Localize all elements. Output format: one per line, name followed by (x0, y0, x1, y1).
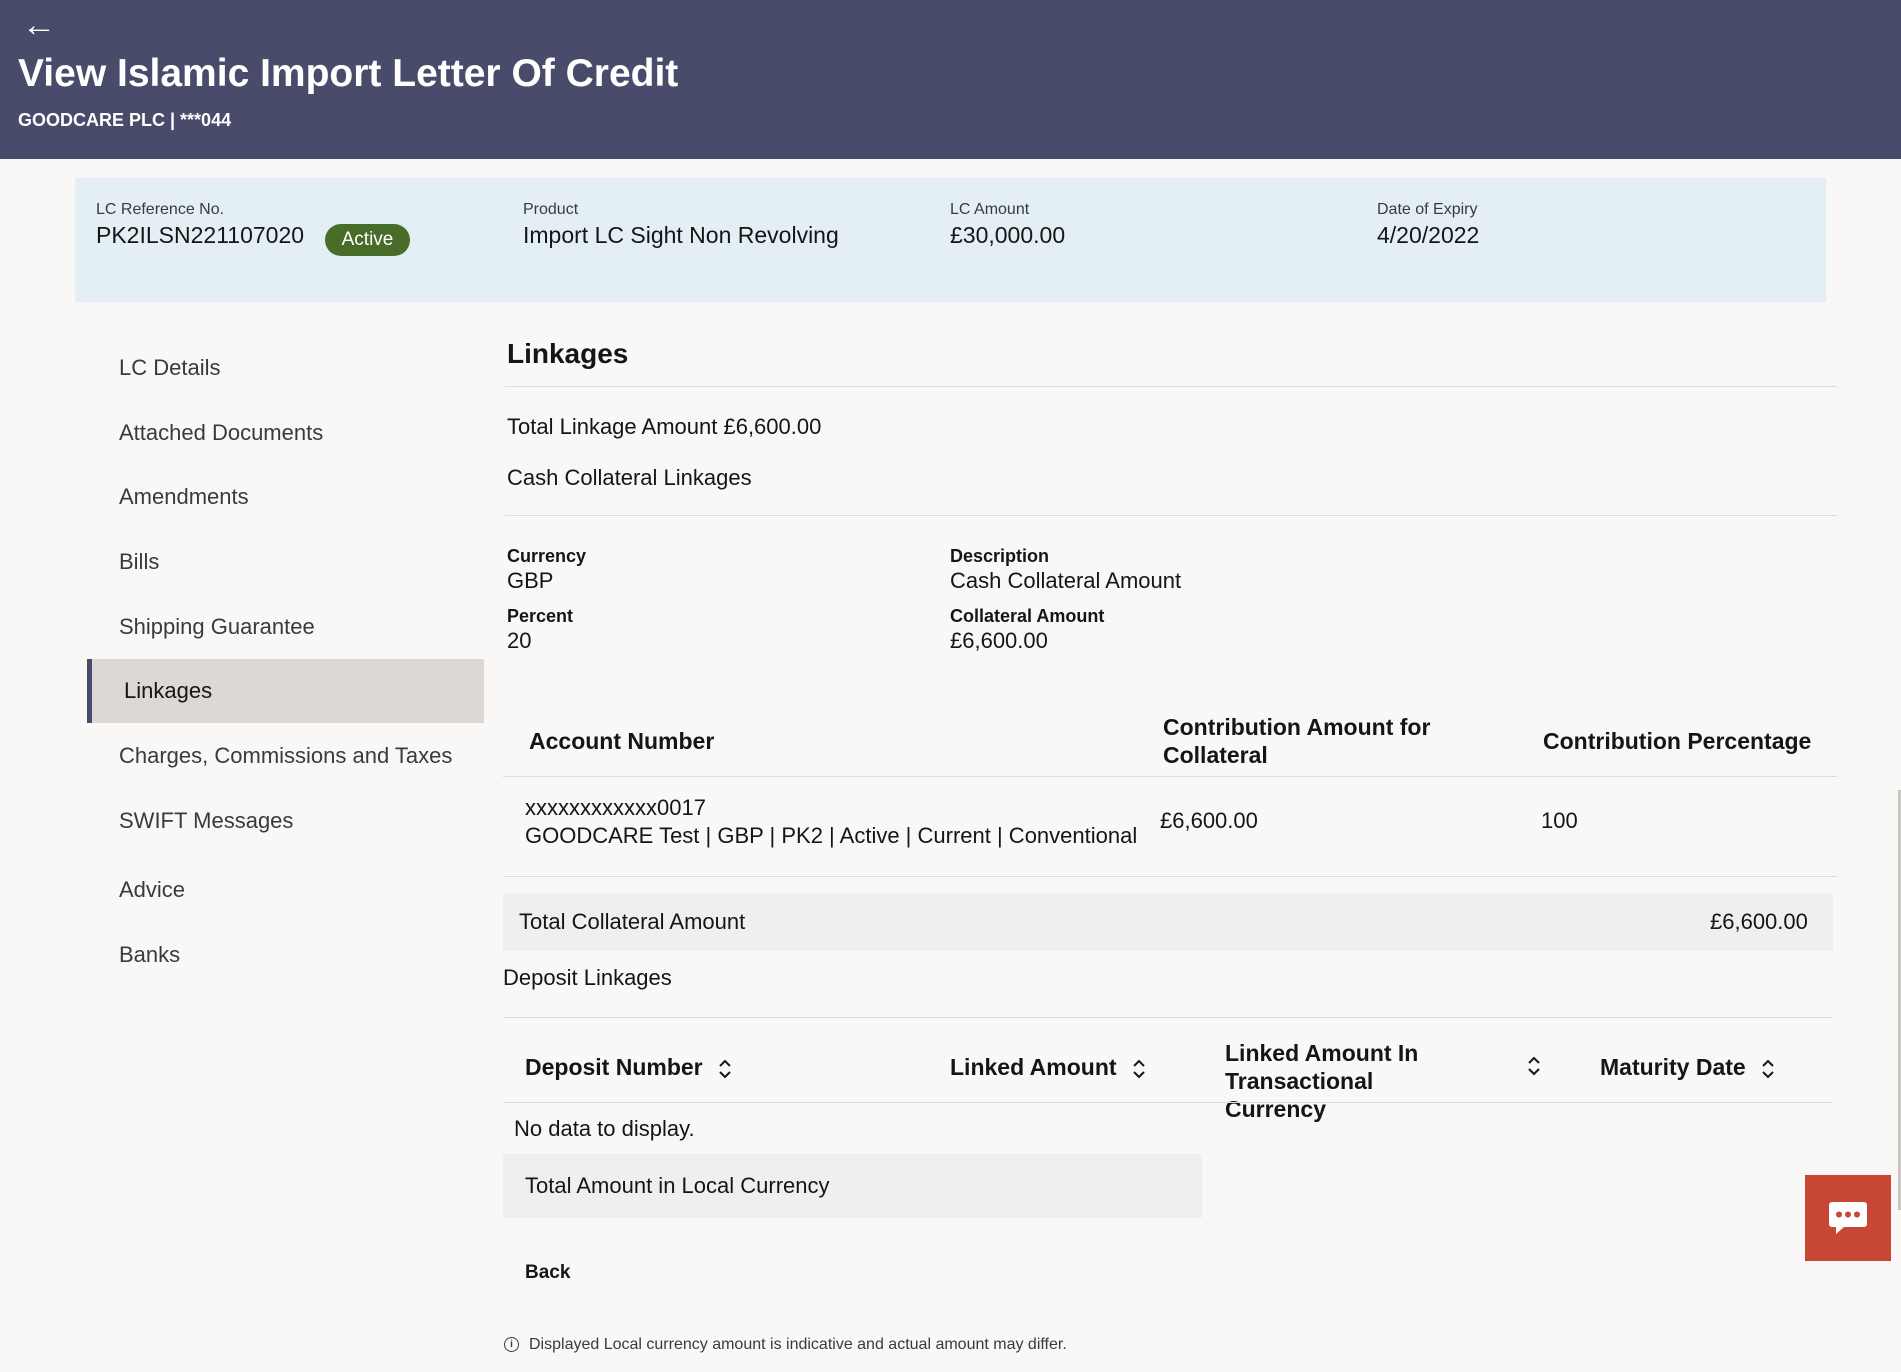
column-header-account-number: Account Number (529, 728, 715, 754)
column-header-deposit-number[interactable]: Deposit Number (525, 1053, 733, 1081)
sidebar-item-amendments[interactable]: Amendments (87, 465, 484, 529)
party-info: GOODCARE PLC | ***044 (18, 110, 232, 130)
description-value: Cash Collateral Amount (950, 568, 1182, 593)
collateral-amount-label: Collateral Amount (950, 606, 1105, 626)
sidebar-item-shipping-guarantee[interactable]: Shipping Guarantee (87, 595, 484, 659)
lc-amount-value: £30,000.00 (950, 222, 1066, 248)
chat-button[interactable] (1805, 1175, 1891, 1261)
total-local-currency-label: Total Amount in Local Currency (525, 1173, 830, 1198)
account-number-cell: xxxxxxxxxxxx0017 (525, 795, 706, 820)
cash-collateral-title: Cash Collateral Linkages (507, 465, 752, 490)
total-collateral-value: £6,600.00 (1710, 909, 1808, 934)
sort-icon[interactable] (1526, 1055, 1542, 1077)
currency-value: GBP (507, 568, 554, 593)
sidebar-item-bills[interactable]: Bills (87, 530, 484, 594)
divider (503, 876, 1837, 877)
sort-icon (718, 1059, 731, 1079)
divider (505, 386, 1837, 387)
column-header-contribution-percentage: Contribution Percentage (1543, 728, 1812, 754)
total-collateral-label: Total Collateral Amount (519, 909, 746, 934)
page-header: ← View Islamic Import Letter Of Credit G… (0, 0, 1901, 159)
sidebar-item-attached-documents[interactable]: Attached Documents (87, 401, 484, 465)
sidebar-item-swift-messages[interactable]: SWIFT Messages (87, 789, 484, 853)
column-header-linked-amount-transactional[interactable]: Linked Amount In Transactional Currency (1225, 1039, 1475, 1123)
back-button[interactable]: Back (510, 1258, 585, 1288)
footnote: i Displayed Local currency amount is indi… (504, 1334, 1067, 1356)
column-header-linked-amount[interactable]: Linked Amount (950, 1053, 1147, 1081)
product-value: Import LC Sight Non Revolving (523, 222, 839, 248)
description-label: Description (950, 546, 1050, 566)
sidebar-item-banks[interactable]: Banks (87, 923, 484, 987)
deposit-number-header-label: Deposit Number (525, 1054, 703, 1080)
contribution-amount-cell: £6,600.00 (1160, 808, 1258, 833)
sidebar-item-lc-details[interactable]: LC Details (87, 336, 484, 400)
total-linkage-amount: Total Linkage Amount £6,600.00 (507, 414, 822, 439)
percent-value: 20 (507, 628, 532, 653)
status-badge: Active (325, 224, 410, 256)
deposit-linkages-title: Deposit Linkages (503, 965, 672, 990)
linked-amount-header-label: Linked Amount (950, 1054, 1117, 1080)
sidebar-item-advice[interactable]: Advice (87, 858, 484, 922)
empty-table-message: No data to display. (514, 1116, 695, 1141)
currency-label: Currency (507, 546, 587, 566)
sort-icon (1761, 1059, 1774, 1079)
divider (503, 1017, 1833, 1018)
divider (503, 776, 1837, 777)
column-header-maturity-date[interactable]: Maturity Date (1600, 1053, 1776, 1081)
column-header-contribution-amount: Contribution Amount for Collateral (1163, 714, 1431, 768)
info-icon: i (504, 1337, 519, 1353)
back-arrow-icon[interactable]: ← (22, 6, 56, 44)
sort-icon (1132, 1059, 1145, 1079)
page-title: View Islamic Import Letter Of Credit (18, 52, 679, 95)
chat-icon (1829, 1202, 1867, 1234)
sidebar-item-charges[interactable]: Charges, Commissions and Taxes (87, 724, 484, 788)
sidebar-item-linkages[interactable]: Linkages (87, 659, 484, 723)
expiry-date-value: 4/20/2022 (1377, 222, 1480, 248)
percent-label: Percent (507, 606, 574, 626)
collateral-amount-value: £6,600.00 (950, 628, 1048, 653)
divider (505, 515, 1837, 516)
footnote-text: Displayed Local currency amount is indic… (529, 1336, 1067, 1353)
lc-reference-label: LC Reference No. (96, 201, 225, 218)
lc-reference-value: PK2ILSN221107020 (96, 222, 305, 248)
lc-amount-label: LC Amount (950, 201, 1030, 218)
section-heading: Linkages (507, 338, 629, 369)
maturity-date-header-label: Maturity Date (1600, 1054, 1746, 1080)
account-details-cell: GOODCARE Test | GBP | PK2 | Active | Cur… (525, 823, 1138, 848)
expiry-date-label: Date of Expiry (1377, 201, 1478, 218)
product-label: Product (523, 201, 579, 218)
divider (503, 1102, 1833, 1103)
contribution-percentage-cell: 100 (1541, 808, 1578, 833)
